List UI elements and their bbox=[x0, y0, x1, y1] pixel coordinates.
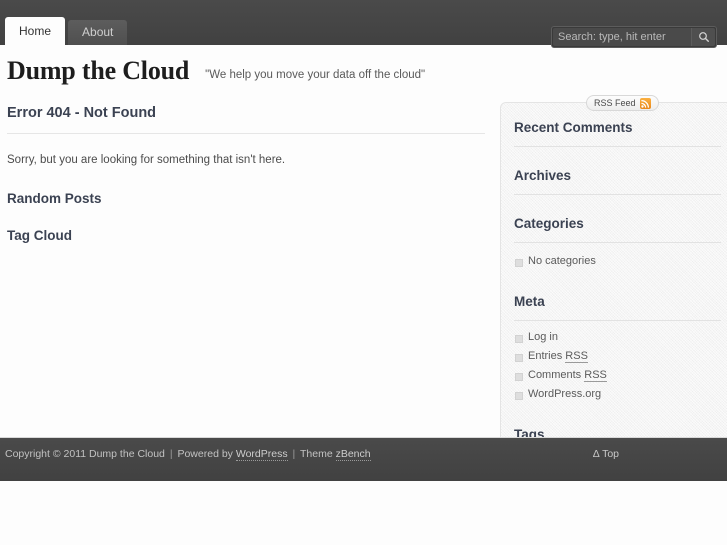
nav-item-about[interactable]: About bbox=[68, 20, 128, 45]
meta-link-comments-rss[interactable]: Comments RSS bbox=[528, 369, 607, 382]
copyright: Copyright © 2011 Dump the Cloud | Powere… bbox=[5, 448, 371, 461]
site-branding: Dump the Cloud "We help you move your da… bbox=[7, 56, 717, 86]
rss-abbr: RSS bbox=[584, 369, 607, 382]
list-item: Entries RSS bbox=[514, 349, 721, 368]
meta-link-login[interactable]: Log in bbox=[528, 331, 558, 343]
widget-categories: Categories No categories bbox=[514, 213, 721, 273]
rss-abbr: RSS bbox=[565, 350, 588, 363]
top-navigation-bar: Home About bbox=[0, 0, 727, 48]
copyright-text: Copyright © 2011 Dump the Cloud bbox=[5, 448, 165, 460]
footer-separator: | bbox=[292, 448, 296, 460]
widget-title: Meta bbox=[514, 291, 721, 321]
page-root: Home About Dump the Cloud "We help you m… bbox=[0, 0, 727, 545]
main-content: Error 404 - Not Found Sorry, but you are… bbox=[7, 105, 485, 243]
primary-nav: Home About bbox=[5, 14, 130, 45]
widget-title: Recent Comments bbox=[514, 117, 721, 147]
site-title[interactable]: Dump the Cloud bbox=[7, 56, 189, 86]
page-title: Error 404 - Not Found bbox=[7, 105, 485, 134]
list-item: Log in bbox=[514, 330, 721, 349]
rss-feed-badge[interactable]: RSS Feed bbox=[586, 95, 659, 111]
search-input[interactable] bbox=[553, 28, 691, 46]
meta-link-wordpress-org[interactable]: WordPress.org bbox=[528, 388, 601, 400]
widget-title: Archives bbox=[514, 165, 721, 195]
footer-inner: Copyright © 2011 Dump the Cloud | Powere… bbox=[0, 438, 727, 482]
meta-link-text: Entries bbox=[528, 350, 566, 362]
search-form[interactable] bbox=[551, 26, 717, 48]
sidebar: RSS Feed Recent Comments Archives Catego… bbox=[500, 95, 727, 469]
meta-link-entries-rss[interactable]: Entries RSS bbox=[528, 350, 588, 363]
powered-by-text: Powered by bbox=[177, 448, 236, 460]
nav-item-home[interactable]: Home bbox=[5, 17, 66, 45]
list-item: Comments RSS bbox=[514, 368, 721, 387]
rss-icon bbox=[639, 97, 651, 109]
theme-text: Theme bbox=[299, 448, 336, 460]
widget-title: Categories bbox=[514, 213, 721, 243]
back-to-top-link[interactable]: Δ Top bbox=[593, 448, 619, 460]
section-heading-tag-cloud: Tag Cloud bbox=[7, 228, 72, 244]
widget-archives: Archives bbox=[514, 165, 721, 195]
search-icon bbox=[698, 31, 710, 43]
rss-feed-label: RSS Feed bbox=[594, 98, 636, 108]
widget-meta: Meta Log in Entries RSS Comments RSS Wor… bbox=[514, 291, 721, 406]
section-heading-random-posts: Random Posts bbox=[7, 191, 102, 207]
not-found-message: Sorry, but you are looking for something… bbox=[7, 154, 286, 166]
widget-recent-comments: Recent Comments bbox=[514, 117, 721, 147]
meta-list: Log in Entries RSS Comments RSS WordPres… bbox=[514, 330, 721, 406]
list-item: WordPress.org bbox=[514, 387, 721, 406]
wordpress-link[interactable]: WordPress bbox=[235, 448, 288, 461]
meta-link-text: Comments bbox=[528, 369, 585, 381]
theme-link[interactable]: zBench bbox=[335, 448, 371, 461]
categories-list: No categories bbox=[514, 254, 721, 273]
site-description: "We help you move your data off the clou… bbox=[205, 69, 426, 81]
list-item: No categories bbox=[514, 254, 721, 273]
search-submit-button[interactable] bbox=[691, 28, 715, 46]
footer-separator: | bbox=[169, 448, 173, 460]
site-footer: Copyright © 2011 Dump the Cloud | Powere… bbox=[0, 437, 727, 481]
